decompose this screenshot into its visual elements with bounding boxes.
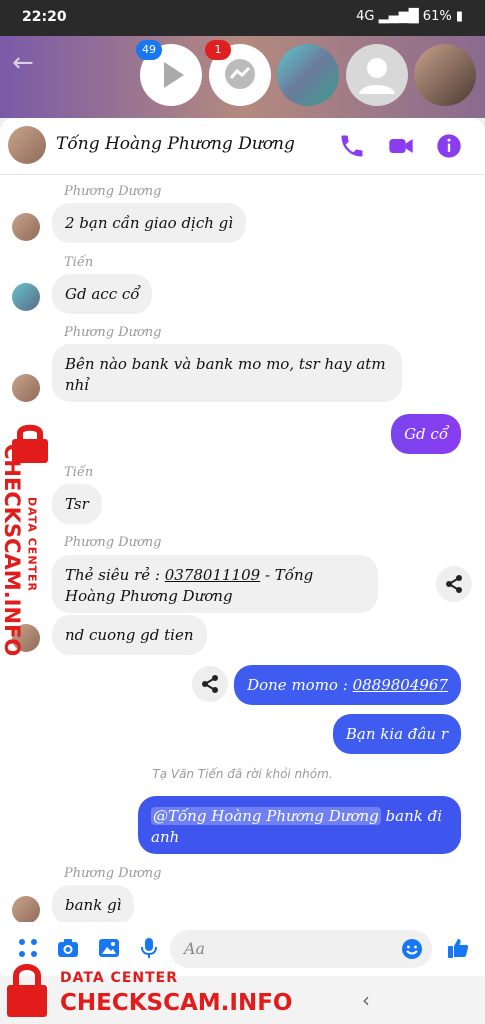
battery-text: 61% xyxy=(422,9,452,24)
message-input-placeholder: Aa xyxy=(184,939,206,958)
message-avatar[interactable] xyxy=(12,283,40,311)
thumbs-up-icon[interactable] xyxy=(446,936,470,960)
my-message-bubble[interactable]: Bạn kia đâu r xyxy=(332,714,461,754)
watermark-side: DATA CENTER CHECKSCAM.INFO xyxy=(0,420,58,660)
microphone-icon[interactable] xyxy=(137,936,161,960)
video-chathead[interactable]: 49 xyxy=(136,40,202,106)
chathead-badge: 49 xyxy=(136,40,162,60)
message-text: 2 bạn cần giao dịch gì xyxy=(65,214,234,232)
message-text-prefix: Thẻ siêu rẻ : xyxy=(65,566,165,584)
message-bubble[interactable]: Bên nào bank và bank mo mo, tsr hay atm … xyxy=(52,344,402,402)
conversation-avatar[interactable] xyxy=(8,126,46,164)
group-chathead[interactable] xyxy=(277,44,339,106)
message-text: Gd cổ xyxy=(404,425,448,443)
sender-name: Phương Dương xyxy=(64,866,162,881)
message-text: nd cuong gd tien xyxy=(65,626,194,644)
emoji-icon[interactable] xyxy=(400,937,424,961)
menu-dots-icon[interactable] xyxy=(16,936,40,960)
my-message-bubble[interactable]: Done momo : 0889804967 xyxy=(234,665,461,705)
chat-heads-bar: ← 49 1 xyxy=(0,36,485,118)
padlock-icon xyxy=(7,964,47,1017)
message-bubble[interactable]: Gd acc cổ xyxy=(52,274,153,314)
watermark-side-line2: CHECKSCAM.INFO xyxy=(0,444,24,657)
phone-icon[interactable] xyxy=(338,132,366,160)
my-message-bubble[interactable]: Gd cổ xyxy=(391,414,461,454)
sender-name: Phương Dương xyxy=(64,535,162,550)
sender-name: Phương Dương xyxy=(64,325,162,340)
signal-icon: ▂▄▆█ xyxy=(378,9,419,24)
message-avatar[interactable] xyxy=(12,896,40,924)
status-time: 22:20 xyxy=(22,9,67,25)
watermark-bottom-line1: DATA CENTER xyxy=(60,970,178,986)
user-photo-chathead[interactable] xyxy=(414,44,476,106)
conversation-title[interactable]: Tống Hoàng Phương Dương xyxy=(56,134,295,154)
battery-icon: ▮ xyxy=(455,9,463,24)
message-text: bank gì xyxy=(65,896,122,914)
my-message-bubble[interactable]: @Tống Hoàng Phương Dương bank đi anh xyxy=(138,796,461,854)
conversation-header: Tống Hoàng Phương Dương xyxy=(0,118,485,175)
back-nav-icon[interactable]: ‹ xyxy=(362,988,370,1012)
network-label: 4G xyxy=(356,9,375,24)
message-bubble[interactable]: Thẻ siêu rẻ : 0378011109 - Tống Hoàng Ph… xyxy=(52,555,378,613)
messenger-chathead[interactable]: 1 xyxy=(205,40,271,106)
message-text: Gd acc cổ xyxy=(65,285,140,303)
camera-icon[interactable] xyxy=(56,936,80,960)
watermark-side-line1: DATA CENTER xyxy=(25,496,39,593)
share-button[interactable] xyxy=(436,566,472,602)
status-right: 4G ▂▄▆█ 61% ▮ xyxy=(356,9,463,24)
sender-name: Phương Dương xyxy=(64,184,162,199)
message-bubble[interactable]: Tsr xyxy=(52,484,102,524)
status-bar: 22:20 4G ▂▄▆█ 61% ▮ xyxy=(0,0,485,36)
user-silhouette-icon xyxy=(359,58,395,94)
info-icon[interactable] xyxy=(435,132,463,160)
share-icon xyxy=(446,575,462,593)
message-text: Bạn kia đâu r xyxy=(345,725,448,743)
video-call-icon[interactable] xyxy=(387,132,415,160)
share-icon xyxy=(202,675,218,693)
message-avatar[interactable] xyxy=(12,213,40,241)
watermark-bottom: DATA CENTER CHECKSCAM.INFO xyxy=(0,960,300,1024)
chathead-badge: 1 xyxy=(205,40,231,60)
system-message: Tạ Văn Tiến đã rời khỏi nhóm. xyxy=(152,767,333,781)
sender-name: Tiến xyxy=(64,255,94,270)
sender-name: Tiến xyxy=(64,465,94,480)
share-button[interactable] xyxy=(192,666,228,702)
phone-link[interactable]: 0378011109 xyxy=(165,566,260,584)
message-text-prefix: Done momo : xyxy=(247,676,353,694)
message-text: Bên nào bank và bank mo mo, tsr hay atm … xyxy=(65,355,386,394)
back-arrow-icon[interactable]: ← xyxy=(12,48,34,78)
message-bubble[interactable]: nd cuong gd tien xyxy=(52,615,207,655)
gallery-icon[interactable] xyxy=(97,936,121,960)
default-user-chathead[interactable] xyxy=(346,44,408,106)
phone-link[interactable]: 0889804967 xyxy=(353,676,448,694)
message-bubble[interactable]: 2 bạn cần giao dịch gì xyxy=(52,203,247,243)
watermark-bottom-line2: CHECKSCAM.INFO xyxy=(60,990,293,1016)
message-avatar[interactable] xyxy=(12,374,40,402)
message-bubble[interactable]: bank gì xyxy=(52,885,135,925)
message-text: Tsr xyxy=(65,495,89,513)
mention-tag[interactable]: @Tống Hoàng Phương Dương xyxy=(151,807,381,825)
